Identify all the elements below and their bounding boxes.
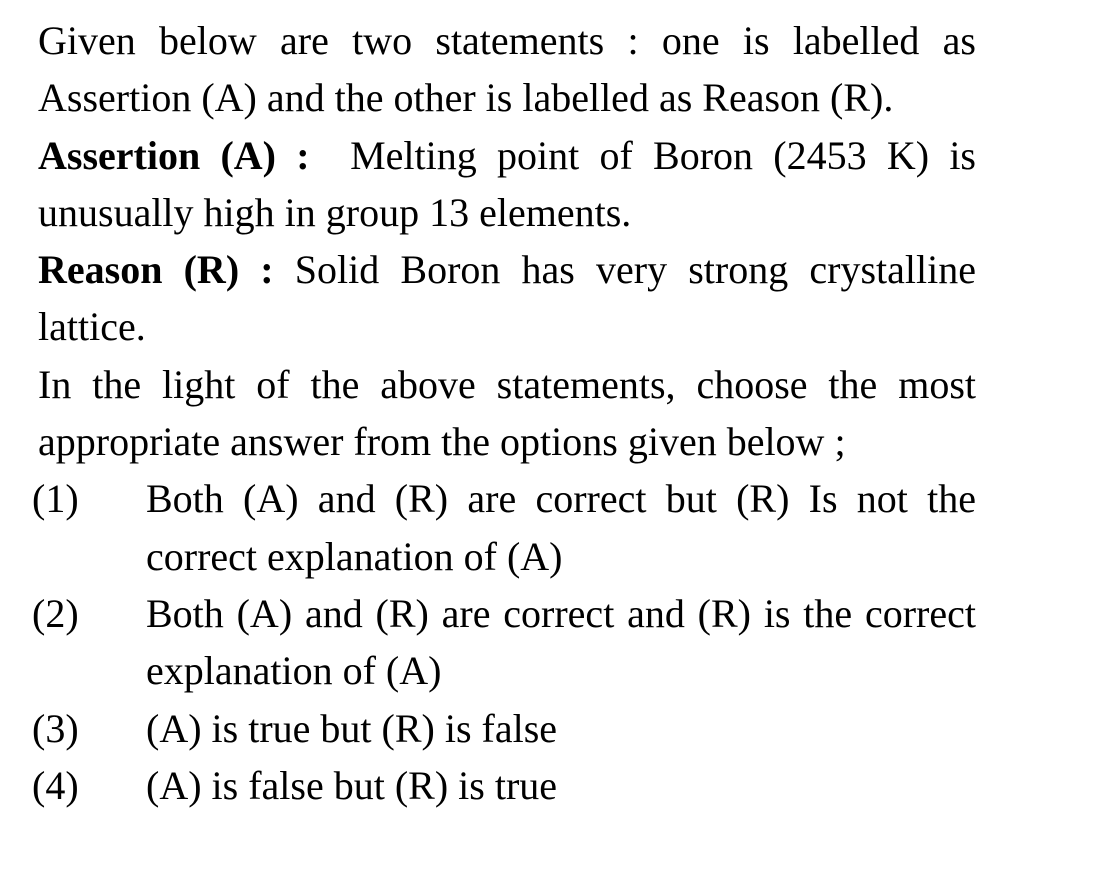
reason-statement: Reason (R) : Solid Boron has very strong… [38, 241, 976, 356]
instruction-text: In the light of the above statements, ch… [38, 361, 976, 465]
option-3[interactable]: (3) (A) is true but (R) is false [32, 700, 976, 757]
option-text: (A) is false but (R) is true [146, 762, 558, 808]
option-number: (2) [32, 590, 79, 636]
answer-options: (1) Both (A) and (R) are correct but (R)… [32, 470, 976, 814]
option-1[interactable]: (1) Both (A) and (R) are correct but (R)… [32, 470, 976, 585]
option-4[interactable]: (4) (A) is false but (R) is true [32, 757, 976, 814]
option-number: (3) [32, 705, 79, 751]
reason-label: Reason (R) : [38, 247, 274, 293]
question-block: Given below are two statements : one is … [32, 12, 976, 814]
option-text: Both (A) and (R) are correct and (R) is … [146, 590, 976, 694]
option-text: Both (A) and (R) are correct but (R) Is … [146, 476, 976, 579]
assertion-statement: Assertion (A) : Melting point of Boron (… [38, 127, 976, 242]
intro-text: Given below are two statements : one is … [38, 18, 976, 121]
option-number: (1) [32, 476, 79, 522]
option-text: (A) is true but (R) is false [146, 705, 558, 751]
option-number: (4) [32, 762, 79, 808]
assertion-label: Assertion (A) : [38, 132, 310, 178]
option-2[interactable]: (2) Both (A) and (R) are correct and (R)… [32, 585, 976, 700]
